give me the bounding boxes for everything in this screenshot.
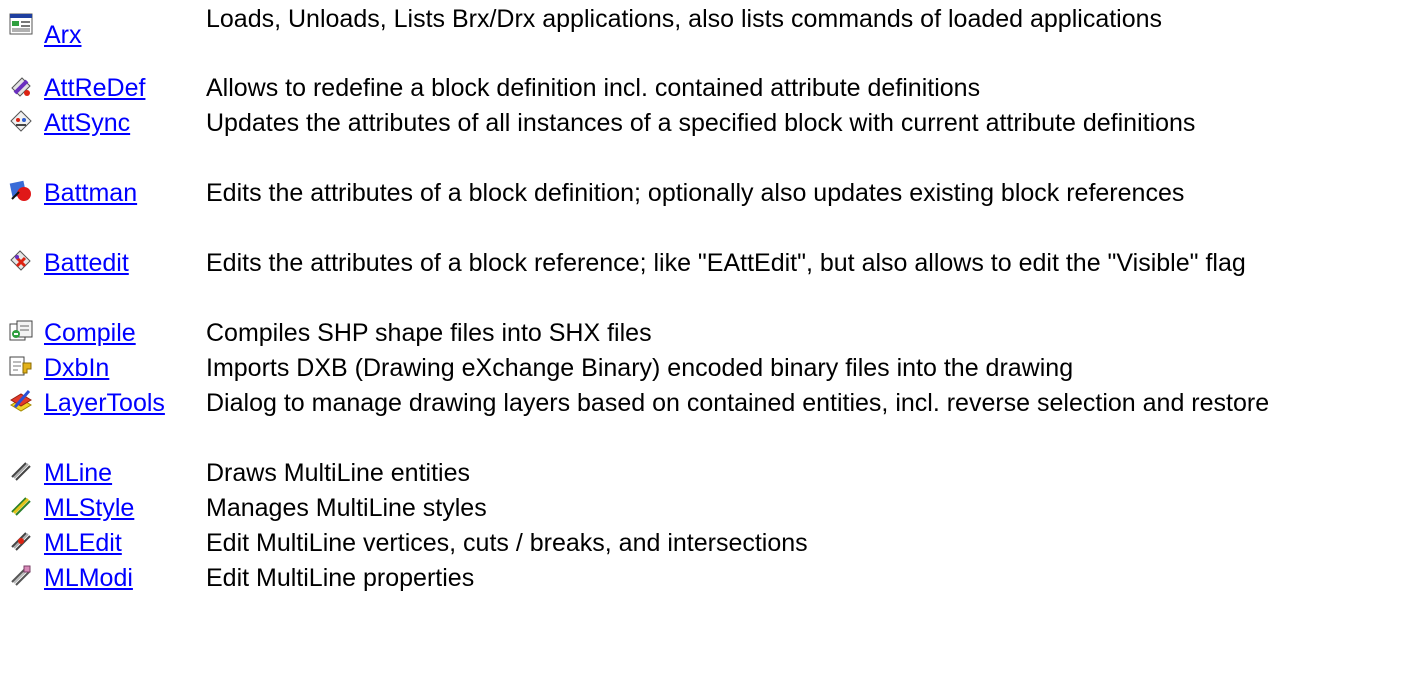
multiline-style-icon	[9, 494, 33, 518]
command-link-mledit[interactable]: MLEdit	[44, 527, 122, 560]
multiline-edit-icon	[9, 529, 33, 553]
command-row-battman: Battman Edits the attributes of a block d…	[0, 175, 1408, 245]
import-dxb-icon	[9, 355, 33, 379]
command-description: Imports DXB (Drawing eXchange Binary) en…	[206, 354, 1074, 382]
command-link-mline[interactable]: MLine	[44, 457, 112, 490]
command-description: Edits the attributes of a block referenc…	[206, 249, 1246, 277]
command-description: Compiles SHP shape files into SHX files	[206, 319, 652, 347]
command-row-battedit: Battedit Edits the attributes of a block …	[0, 245, 1408, 315]
layer-tools-icon	[9, 389, 33, 413]
command-link-dxbin[interactable]: DxbIn	[44, 352, 109, 385]
command-description: Updates the attributes of all instances …	[206, 109, 1196, 137]
command-description: Draws MultiLine entities	[206, 459, 470, 487]
command-link-attsync[interactable]: AttSync	[44, 107, 130, 140]
command-link-attredef[interactable]: AttReDef	[44, 72, 145, 105]
command-description: Edit MultiLine vertices, cuts / breaks, …	[206, 529, 808, 557]
compile-shape-icon	[9, 320, 33, 344]
command-link-battedit[interactable]: Battedit	[44, 247, 129, 280]
command-row-arx: Arx Loads, Unloads, Lists Brx/Drx applica…	[0, 0, 1408, 70]
command-description: Dialog to manage drawing layers based on…	[206, 389, 1270, 417]
command-row-attsync: AttSync Updates the attributes of all ins…	[0, 105, 1408, 175]
command-link-mlstyle[interactable]: MLStyle	[44, 492, 134, 525]
attribute-redefine-icon	[9, 75, 33, 99]
command-description: Manages MultiLine styles	[206, 494, 487, 522]
command-row-mlmodi: MLModi Edit MultiLine properties	[0, 560, 1408, 630]
command-description: Allows to redefine a block definition in…	[206, 74, 981, 102]
command-link-battman[interactable]: Battman	[44, 177, 137, 210]
command-link-layertools[interactable]: LayerTools	[44, 387, 165, 420]
block-attribute-manager-icon	[9, 179, 33, 203]
application-window-icon	[9, 12, 33, 36]
command-row-layertools: LayerTools Dialog to manage drawing layer…	[0, 385, 1408, 455]
command-link-mlmodi[interactable]: MLModi	[44, 562, 133, 595]
attribute-sync-icon	[9, 109, 33, 133]
block-attribute-edit-icon	[9, 249, 33, 273]
command-description: Loads, Unloads, Lists Brx/Drx applicatio…	[206, 5, 1163, 33]
multiline-draw-icon	[9, 459, 33, 483]
command-link-arx[interactable]: Arx	[44, 19, 82, 52]
command-link-compile[interactable]: Compile	[44, 317, 136, 350]
multiline-modify-icon	[9, 564, 33, 588]
command-description: Edit MultiLine properties	[206, 564, 475, 592]
command-description: Edits the attributes of a block definiti…	[206, 179, 1185, 207]
